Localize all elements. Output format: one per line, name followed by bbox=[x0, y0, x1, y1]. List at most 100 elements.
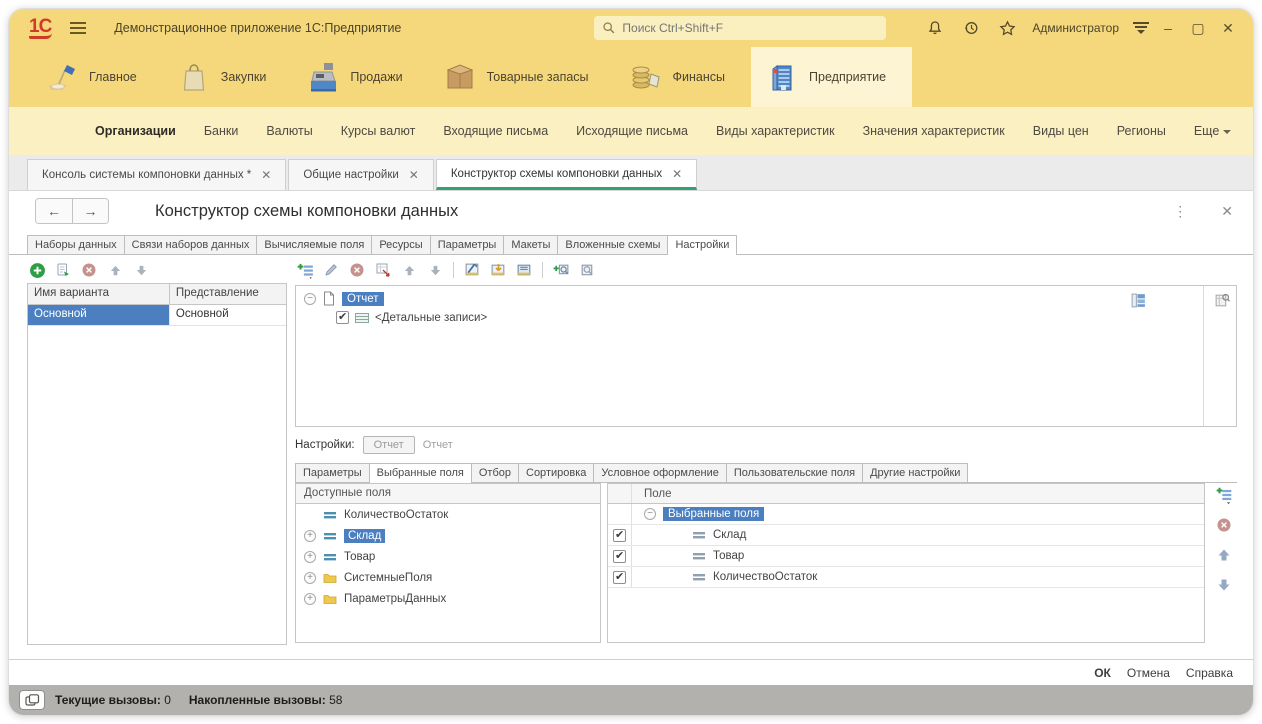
tab-drugie-nastroyki[interactable]: Другие настройки bbox=[862, 463, 969, 482]
move-element-down-button[interactable] bbox=[425, 260, 445, 280]
close-button[interactable]: ✕ bbox=[1217, 20, 1239, 37]
move-up-button[interactable] bbox=[105, 260, 125, 280]
selected-fields-group-label[interactable]: Выбранные поля bbox=[663, 507, 765, 521]
available-field-row[interactable]: + СистемныеПоля bbox=[296, 567, 600, 588]
variant-repr-cell[interactable]: Основной bbox=[170, 305, 235, 325]
minimize-button[interactable]: – bbox=[1157, 20, 1179, 36]
move-down-button[interactable] bbox=[131, 260, 151, 280]
tree-row-detail-records[interactable]: <Детальные записи> bbox=[296, 308, 1236, 326]
menu-item-znacheniya-harakteristik[interactable]: Значения характеристик bbox=[863, 124, 1005, 138]
variant-row[interactable]: Основной Основной bbox=[28, 305, 286, 326]
performance-indicator-icon[interactable] bbox=[19, 690, 45, 710]
available-field-row[interactable]: + Товар bbox=[296, 546, 600, 567]
load-settings-button[interactable] bbox=[488, 260, 508, 280]
ok-button[interactable]: ОК bbox=[1094, 666, 1111, 680]
report-node-label[interactable]: Отчет bbox=[342, 291, 384, 306]
detail-records-label[interactable]: <Детальные записи> bbox=[375, 312, 487, 324]
section-prodazhi[interactable]: Продажи bbox=[292, 47, 428, 107]
tab-sortirovka[interactable]: Сортировка bbox=[518, 463, 595, 482]
collapse-icon[interactable]: − bbox=[644, 508, 656, 520]
menu-item-kursy-valyut[interactable]: Курсы валют bbox=[341, 124, 416, 138]
save-settings-button[interactable] bbox=[514, 260, 534, 280]
field-column-header[interactable]: Поле bbox=[632, 488, 672, 500]
selected-field-row[interactable]: Товар bbox=[608, 546, 1204, 567]
move-field-down-button[interactable] bbox=[1214, 575, 1234, 595]
favorites-star-icon[interactable] bbox=[994, 15, 1020, 41]
notifications-bell-icon[interactable] bbox=[922, 15, 948, 41]
tab-makety[interactable]: Макеты bbox=[503, 235, 559, 254]
delete-field-button[interactable] bbox=[1214, 515, 1234, 535]
menu-item-regiony[interactable]: Регионы bbox=[1117, 124, 1166, 138]
section-zakupki[interactable]: Закупки bbox=[163, 47, 293, 107]
expand-icon[interactable]: + bbox=[304, 571, 316, 584]
delete-variant-button[interactable] bbox=[79, 260, 99, 280]
section-finansy[interactable]: Финансы bbox=[615, 47, 751, 107]
tab-obshchie-nastroyki[interactable]: Общие настройки ✕ bbox=[288, 159, 434, 190]
view-user-setting-button[interactable] bbox=[577, 260, 597, 280]
tab-konsol-skd[interactable]: Консоль системы компоновки данных * ✕ bbox=[27, 159, 287, 190]
expand-icon[interactable]: + bbox=[304, 529, 316, 542]
tab-nabory-dannyh[interactable]: Наборы данных bbox=[27, 235, 125, 254]
close-form-icon[interactable]: ✕ bbox=[1221, 203, 1233, 220]
add-variant-button[interactable] bbox=[27, 260, 47, 280]
main-menu-icon[interactable] bbox=[70, 22, 87, 34]
field-checkbox[interactable] bbox=[613, 549, 626, 563]
global-search[interactable] bbox=[594, 16, 887, 40]
section-predpriyatie[interactable]: Предприятие bbox=[751, 47, 913, 107]
search-input[interactable] bbox=[622, 21, 879, 35]
selected-field-row[interactable]: КоличествоОстаток bbox=[608, 567, 1204, 588]
cancel-button[interactable]: Отмена bbox=[1127, 666, 1170, 680]
menu-item-vhodyashchie-pisma[interactable]: Входящие письма bbox=[443, 124, 548, 138]
available-field-row[interactable]: КоличествоОстаток bbox=[296, 504, 600, 525]
expand-icon[interactable]: + bbox=[304, 550, 316, 563]
add-field-button[interactable] bbox=[1214, 485, 1234, 505]
collapse-icon[interactable]: − bbox=[304, 292, 316, 305]
tab-uslovnoe-oformlenie[interactable]: Условное оформление bbox=[593, 463, 727, 482]
available-field-row[interactable]: + Склад bbox=[296, 525, 600, 546]
delete-element-button[interactable] bbox=[347, 260, 367, 280]
field-checkbox[interactable] bbox=[613, 570, 626, 584]
move-field-up-button[interactable] bbox=[1214, 545, 1234, 565]
forward-button[interactable]: → bbox=[72, 199, 108, 223]
current-user[interactable]: Администратор bbox=[1032, 21, 1119, 35]
section-glavnoe[interactable]: Главное bbox=[31, 47, 163, 107]
help-button[interactable]: Справка bbox=[1186, 666, 1233, 680]
menu-item-vidy-harakteristik[interactable]: Виды характеристик bbox=[716, 124, 835, 138]
section-tovarnye-zapasy[interactable]: Товарные запасы bbox=[429, 47, 615, 107]
maximize-button[interactable]: ▢ bbox=[1187, 20, 1209, 37]
menu-item-organizacii[interactable]: Организации bbox=[95, 124, 176, 138]
structure-preview-icon[interactable] bbox=[1212, 290, 1232, 310]
column-header-name[interactable]: Имя варианта bbox=[28, 284, 170, 304]
report-context-button[interactable]: Отчет bbox=[362, 436, 415, 454]
detail-records-checkbox[interactable] bbox=[336, 310, 349, 324]
user-menu-icon[interactable] bbox=[1133, 22, 1149, 34]
field-checkbox[interactable] bbox=[613, 528, 626, 542]
move-element-up-button[interactable] bbox=[399, 260, 419, 280]
variant-name-cell[interactable]: Основной bbox=[28, 305, 170, 325]
menu-item-vidy-cen[interactable]: Виды цен bbox=[1033, 124, 1089, 138]
tab-parametry[interactable]: Параметры bbox=[429, 235, 505, 254]
close-tab-icon[interactable]: ✕ bbox=[409, 168, 419, 182]
tab-nastroyki[interactable]: Настройки bbox=[667, 235, 738, 255]
tab-svyazi-naborov[interactable]: Связи наборов данных bbox=[123, 235, 258, 254]
tab-parametry-settings[interactable]: Параметры bbox=[295, 463, 370, 482]
tab-polzovatelskie-polya[interactable]: Пользовательские поля bbox=[725, 463, 864, 482]
tab-resursy[interactable]: Ресурсы bbox=[371, 235, 431, 254]
more-menu-icon[interactable]: ⋮ bbox=[1173, 203, 1187, 220]
copy-variant-button[interactable] bbox=[53, 260, 73, 280]
menu-item-banki[interactable]: Банки bbox=[204, 124, 239, 138]
close-tab-icon[interactable]: ✕ bbox=[261, 168, 271, 182]
expand-icon[interactable]: + bbox=[304, 592, 316, 605]
column-header-repr[interactable]: Представление bbox=[170, 284, 265, 304]
tab-konstruktor-skd[interactable]: Конструктор схемы компоновки данных ✕ bbox=[435, 159, 698, 190]
selected-field-row[interactable]: Склад bbox=[608, 525, 1204, 546]
add-user-setting-button[interactable] bbox=[551, 260, 571, 280]
tab-vychislyaemye-polya[interactable]: Вычисляемые поля bbox=[256, 235, 373, 254]
tab-otbor[interactable]: Отбор bbox=[470, 463, 519, 482]
history-icon[interactable] bbox=[958, 15, 984, 41]
close-tab-icon[interactable]: ✕ bbox=[672, 167, 682, 181]
edit-element-button[interactable] bbox=[321, 260, 341, 280]
available-field-row[interactable]: + ПараметрыДанных bbox=[296, 588, 600, 609]
tab-vybrannye-polya[interactable]: Выбранные поля bbox=[368, 463, 472, 483]
selected-fields-group-row[interactable]: − Выбранные поля bbox=[608, 504, 1204, 525]
